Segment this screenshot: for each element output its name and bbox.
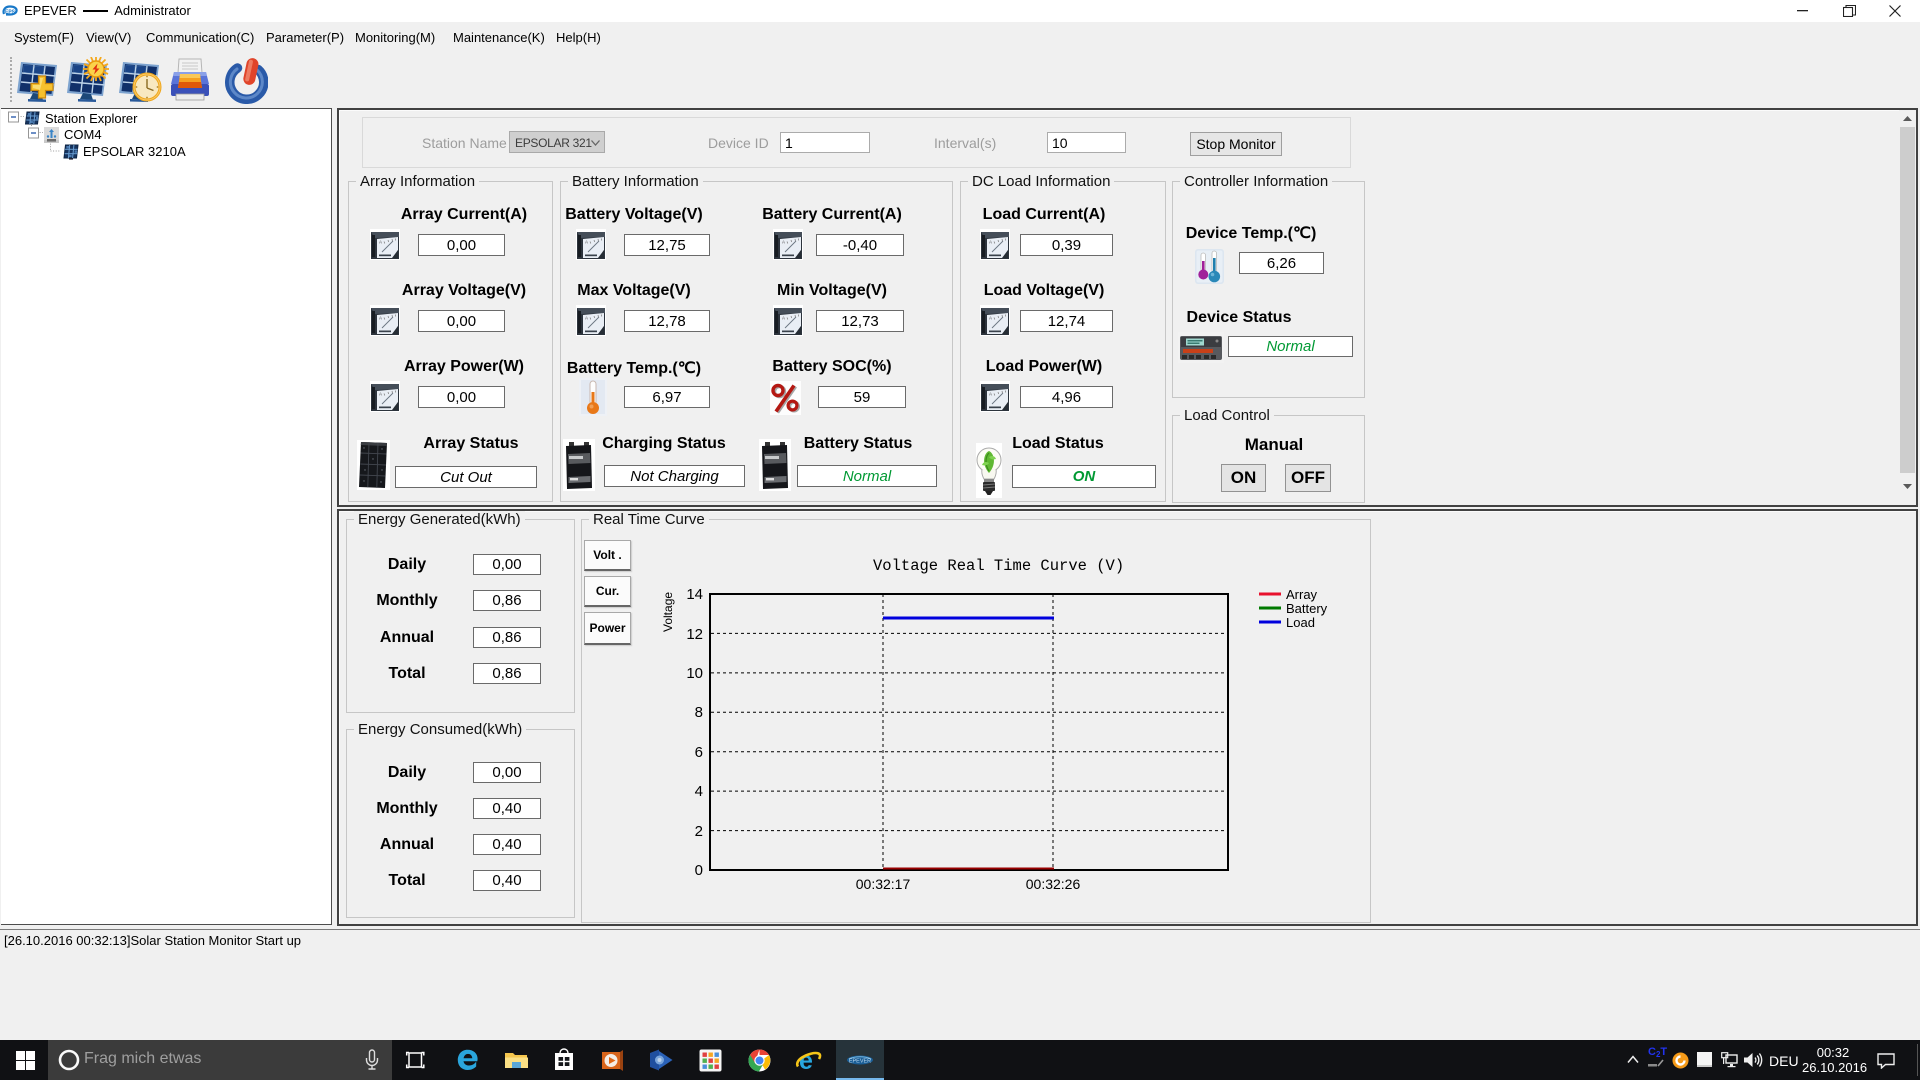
svg-text:Load: Load: [1286, 615, 1315, 630]
svg-text:10: 10: [686, 665, 703, 682]
svg-text:EPEVER: EPEVER: [849, 1059, 871, 1065]
svg-text:Battery: Battery: [1286, 601, 1328, 616]
svg-text:0: 0: [695, 862, 703, 879]
svg-text:6: 6: [695, 744, 703, 761]
svg-text:2: 2: [695, 823, 703, 840]
svg-text:12: 12: [686, 626, 703, 643]
svg-text:14: 14: [686, 586, 703, 603]
svg-text:4: 4: [695, 783, 703, 800]
svg-text:00:32:26: 00:32:26: [1026, 876, 1081, 892]
svg-text:e: e: [799, 1047, 813, 1074]
svg-text:8: 8: [695, 704, 703, 721]
svg-text:00:32:17: 00:32:17: [856, 876, 911, 892]
svg-text:EPS: EPS: [5, 10, 16, 16]
svg-text:Array: Array: [1286, 587, 1318, 602]
